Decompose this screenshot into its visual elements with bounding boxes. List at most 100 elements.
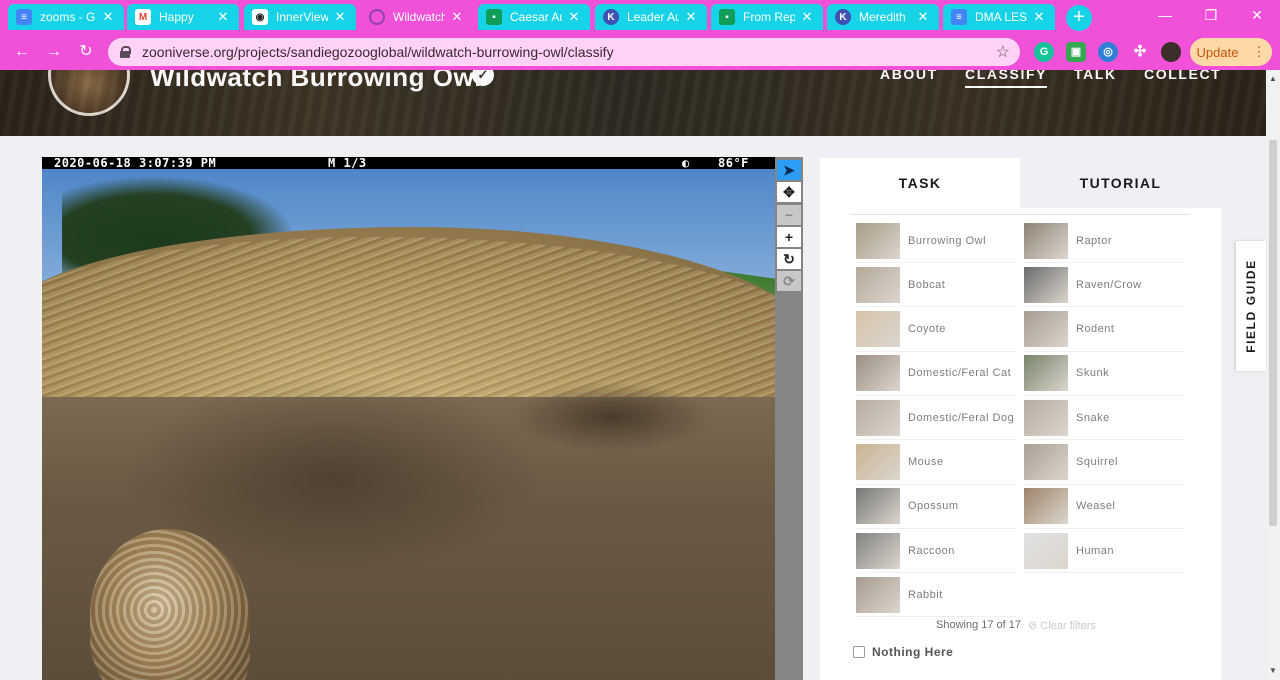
species-label: Domestic/Feral Cat — [908, 367, 1012, 380]
species-choice[interactable]: Human — [1024, 529, 1184, 574]
nav-about[interactable]: ABOUT — [880, 70, 938, 82]
species-choice[interactable]: Burrowing Owl — [856, 219, 1016, 263]
species-choice[interactable]: Domestic/Feral Dog — [856, 396, 1016, 441]
tab-label: zooms - G — [40, 10, 96, 24]
species-choice[interactable]: Rabbit — [856, 573, 1016, 618]
task-panel: TASK TUTORIAL Burrowing Owl Raptor Bobcat R… — [820, 158, 1221, 680]
species-choice[interactable]: Coyote — [856, 308, 1016, 352]
scroll-up-icon[interactable]: ▲ — [1266, 74, 1280, 83]
species-label: Weasel — [1076, 500, 1116, 513]
species-thumbnail — [1024, 355, 1068, 392]
close-icon[interactable]: ✕ — [449, 9, 465, 25]
burrow-hole — [512, 382, 712, 452]
species-choice[interactable]: Bobcat — [856, 263, 1016, 308]
species-choice[interactable]: Snake — [1024, 396, 1184, 441]
close-icon[interactable]: ✕ — [566, 9, 582, 25]
page-scrollbar[interactable]: ▲ ▼ — [1266, 70, 1280, 680]
tab-label: Meredith — [859, 10, 906, 24]
tab-tutorial[interactable]: TUTORIAL — [1020, 158, 1221, 208]
divider — [850, 214, 1190, 215]
subject-image[interactable]: 2020-06-18 3:07:39 PM M 1/3 ◐ 86°F — [42, 157, 775, 680]
field-guide-button[interactable]: FIELD GUIDE — [1236, 241, 1266, 371]
browser-tab-strip: ≡ zooms - G ✕ M Happy ✕ ◉ InnerView ✕ Wi… — [0, 0, 1280, 34]
bookmark-star-icon[interactable]: ☆ — [996, 42, 1010, 62]
window-close-icon[interactable]: ✕ — [1234, 0, 1280, 30]
classroom-icon: ▪ — [719, 9, 735, 25]
zoom-in-icon[interactable]: + — [777, 227, 801, 247]
species-choice[interactable]: Raven/Crow — [1024, 263, 1184, 308]
extension-ring-icon[interactable]: ◎ — [1098, 42, 1118, 62]
species-thumbnail — [856, 488, 900, 525]
browser-tab[interactable]: M Happy ✕ — [127, 4, 239, 30]
reset-icon[interactable]: ⟳ — [777, 271, 801, 291]
project-avatar[interactable] — [48, 70, 130, 116]
puzzle-icon[interactable]: ✣ — [1130, 42, 1150, 62]
close-icon[interactable]: ✕ — [215, 9, 231, 25]
browser-tab[interactable]: ≡ DMA LESS ✕ — [943, 4, 1055, 30]
tab-label: Happy — [159, 10, 194, 24]
update-button[interactable]: Update ⋮ — [1190, 38, 1272, 66]
species-thumbnail — [1024, 266, 1068, 303]
species-choice[interactable]: Rodent — [1024, 308, 1184, 352]
browser-tab-active[interactable]: Wildwatch ✕ — [361, 4, 473, 30]
forward-icon[interactable]: → — [42, 40, 66, 64]
species-choice[interactable]: Squirrel — [1024, 441, 1184, 485]
extension-icon[interactable]: ▣ — [1066, 42, 1086, 62]
clear-filters-button[interactable]: ⊘ Clear filters — [1028, 619, 1096, 632]
docs-icon: ≡ — [951, 9, 967, 25]
species-thumbnail — [856, 355, 900, 392]
back-icon[interactable]: ← — [10, 40, 34, 64]
species-choice[interactable]: Weasel — [1024, 485, 1184, 529]
browser-tab[interactable]: ▪ From Rep ✕ — [711, 4, 823, 30]
scroll-down-icon[interactable]: ▼ — [1266, 666, 1280, 675]
browser-tab[interactable]: K Leader Au ✕ — [595, 4, 707, 30]
species-choice[interactable]: Mouse — [856, 441, 1016, 485]
kami-icon: K — [603, 9, 619, 25]
tab-task[interactable]: TASK — [820, 158, 1020, 208]
close-icon[interactable]: ✕ — [100, 9, 116, 25]
nothing-here-checkbox[interactable]: Nothing Here — [853, 645, 953, 659]
species-label: Burrowing Owl — [908, 234, 987, 247]
species-thumbnail — [856, 222, 900, 259]
reload-icon[interactable]: ↻ — [74, 40, 98, 64]
kebab-menu-icon: ⋮ — [1252, 44, 1266, 59]
close-icon[interactable]: ✕ — [1031, 9, 1047, 25]
species-label: Human — [1076, 544, 1114, 557]
species-thumbnail — [1024, 444, 1068, 480]
species-label: Squirrel — [1076, 456, 1118, 468]
close-icon[interactable]: ✕ — [799, 9, 815, 25]
camera-timestamp: 2020-06-18 3:07:39 PM M 1/3 ◐ 86°F — [42, 157, 775, 169]
zoom-out-icon[interactable]: − — [777, 205, 801, 225]
species-choice[interactable]: Skunk — [1024, 352, 1184, 396]
restore-icon[interactable]: ❐ — [1188, 0, 1234, 30]
grammarly-icon[interactable]: G — [1034, 42, 1054, 62]
species-thumbnail — [856, 311, 900, 348]
nav-classify[interactable]: CLASSIFY — [965, 70, 1048, 88]
pointer-tool-icon[interactable]: ➤ — [777, 160, 801, 180]
close-icon[interactable]: ✕ — [683, 9, 699, 25]
rotate-icon[interactable]: ↻ — [777, 249, 801, 269]
close-icon[interactable]: ✕ — [915, 9, 931, 25]
profile-avatar[interactable] — [1161, 42, 1181, 62]
minimize-icon[interactable]: — — [1142, 0, 1188, 30]
species-choice[interactable]: Domestic/Feral Cat — [856, 352, 1016, 396]
browser-tab[interactable]: K Meredith ✕ — [827, 4, 939, 30]
species-choice[interactable]: Raccoon — [856, 529, 1016, 574]
checkbox[interactable] — [853, 646, 865, 658]
species-thumbnail — [1024, 532, 1068, 569]
species-choice[interactable]: Raptor — [1024, 219, 1184, 263]
browser-tab[interactable]: ▪ Caesar Au ✕ — [478, 4, 590, 30]
zooniverse-icon — [369, 9, 385, 25]
project-title[interactable]: Wildwatch Burrowing Owl — [150, 70, 482, 93]
address-bar[interactable]: zooniverse.org/projects/sandiegozoogloba… — [108, 38, 1020, 66]
new-tab-button[interactable]: + — [1066, 5, 1092, 31]
species-thumbnail — [856, 399, 900, 436]
browser-tab[interactable]: ◉ InnerView ✕ — [244, 4, 356, 30]
close-icon[interactable]: ✕ — [332, 9, 348, 25]
nav-talk[interactable]: TALK — [1074, 70, 1117, 82]
browser-tab[interactable]: ≡ zooms - G ✕ — [8, 4, 124, 30]
species-choice[interactable]: Opossum — [856, 485, 1016, 529]
scrollbar-thumb[interactable] — [1269, 140, 1277, 526]
nav-collect[interactable]: COLLECT — [1144, 70, 1221, 82]
pan-tool-icon[interactable]: ✥ — [777, 182, 801, 202]
